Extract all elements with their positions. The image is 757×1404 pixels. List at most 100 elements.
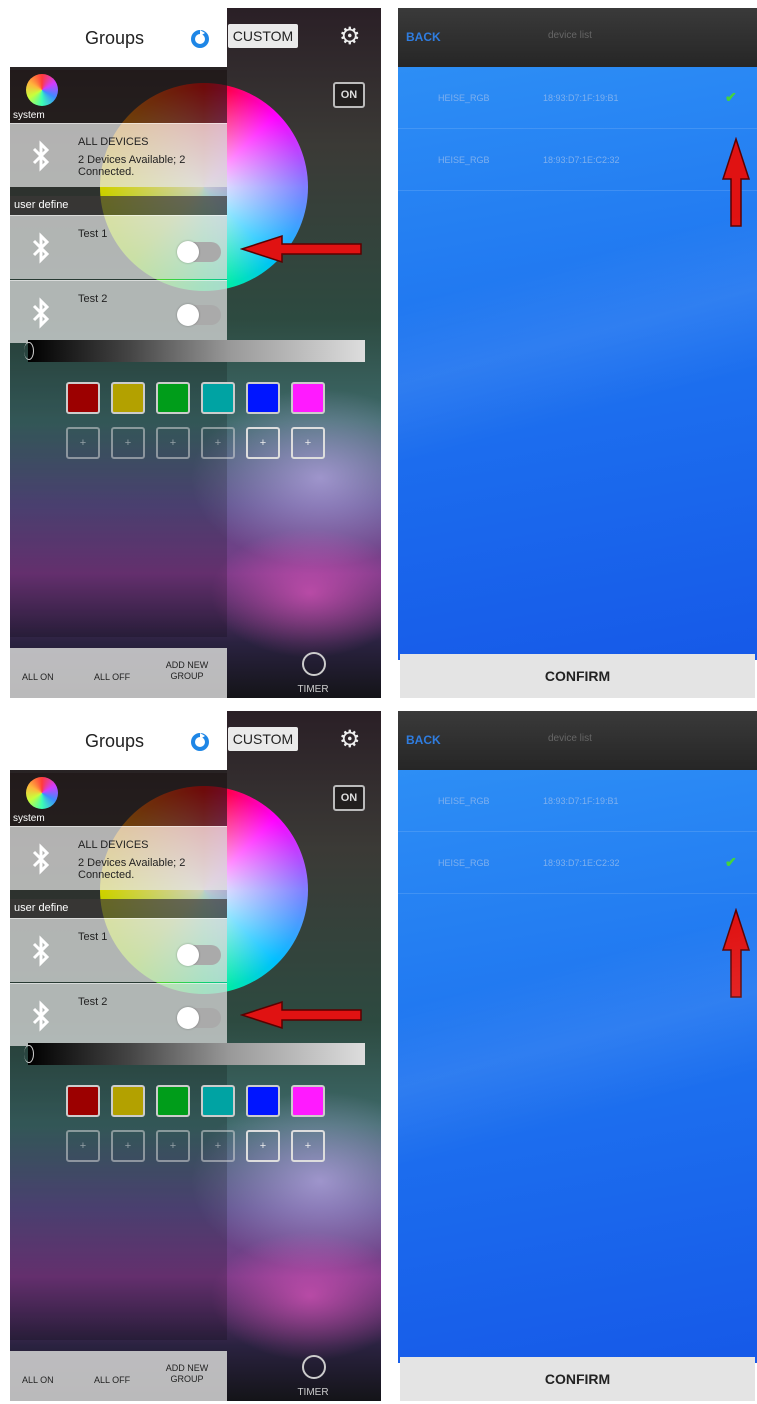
user-define-label: user define — [10, 196, 227, 215]
timer-icon[interactable] — [302, 1355, 326, 1379]
color-swatch-green[interactable] — [156, 1085, 190, 1117]
color-swatch-red[interactable] — [66, 382, 100, 414]
bluetooth-icon — [32, 297, 50, 329]
page-title: Groups — [85, 28, 145, 48]
bluetooth-icon — [32, 843, 50, 875]
add-color-slot[interactable]: + — [66, 1130, 100, 1162]
group-row-test-1[interactable]: Test 1 — [10, 215, 227, 279]
color-swatch-magenta[interactable] — [291, 1085, 325, 1117]
color-swatch-yellow[interactable] — [111, 382, 145, 414]
system-logo-icon — [26, 777, 58, 809]
gear-icon[interactable]: ⚙ — [339, 725, 361, 754]
system-label: system — [13, 813, 45, 824]
device-list: HEISE_RGB 18:93:D7:1F:19:B1 HEISE_RGB 18… — [398, 770, 757, 1363]
group-toggle[interactable] — [177, 944, 221, 966]
device-name: HEISE_RGB — [438, 858, 490, 868]
page-title: device list — [548, 733, 592, 744]
all-devices-row[interactable]: ALL DEVICES 2 Devices Available; 2 Conne… — [10, 123, 227, 187]
group-actions-bar: ALL ON ALL OFF ADD NEW GROUP — [10, 1351, 227, 1401]
add-color-slot[interactable]: + — [291, 1130, 325, 1162]
add-color-slot[interactable]: + — [201, 1130, 235, 1162]
red-arrow-up-icon — [721, 908, 751, 998]
color-swatch-red[interactable] — [66, 1085, 100, 1117]
device-name: HEISE_RGB — [438, 155, 490, 165]
group-actions-bar: ALL ON ALL OFF ADD NEW GROUP — [10, 648, 227, 698]
red-arrow-up-icon — [721, 137, 751, 227]
group-row-test-1[interactable]: Test 1 — [10, 918, 227, 982]
group-name: Test 2 — [78, 996, 108, 1008]
group-toggle[interactable] — [177, 1007, 221, 1029]
device-mac: 18:93:D7:1E:C2:32 — [543, 858, 620, 868]
refresh-icon[interactable] — [190, 29, 210, 49]
timer-icon[interactable] — [302, 652, 326, 676]
device-name: HEISE_RGB — [438, 93, 490, 103]
color-swatch-blue[interactable] — [246, 382, 280, 414]
device-mac: 18:93:D7:1E:C2:32 — [543, 155, 620, 165]
all-off-button[interactable]: ALL OFF — [94, 672, 130, 683]
confirm-button[interactable]: CONFIRM — [400, 654, 755, 698]
gear-icon[interactable]: ⚙ — [339, 22, 361, 51]
all-devices-title: ALL DEVICES — [78, 136, 149, 148]
user-define-label: user define — [10, 899, 227, 918]
group-name: Test 1 — [78, 228, 108, 240]
color-swatch-magenta[interactable] — [291, 382, 325, 414]
add-new-group-button[interactable]: ADD NEW GROUP — [162, 1363, 212, 1385]
color-swatch-cyan[interactable] — [201, 1085, 235, 1117]
device-list-header: BACK device list — [398, 8, 757, 67]
color-swatch-yellow[interactable] — [111, 1085, 145, 1117]
red-arrow-left-icon — [240, 1000, 362, 1030]
add-color-slot[interactable]: + — [201, 427, 235, 459]
group-row-test-2[interactable]: Test 2 — [10, 983, 227, 1046]
all-devices-title: ALL DEVICES — [78, 839, 149, 851]
group-row-test-2[interactable]: Test 2 — [10, 280, 227, 343]
brightness-slider[interactable] — [28, 1043, 365, 1065]
add-new-group-button[interactable]: ADD NEW GROUP — [162, 660, 212, 682]
all-on-button[interactable]: ALL ON — [22, 1375, 54, 1386]
device-row[interactable]: HEISE_RGB 18:93:D7:1E:C2:32 ✔ — [398, 832, 757, 894]
bluetooth-icon — [32, 140, 50, 172]
all-devices-row[interactable]: ALL DEVICES 2 Devices Available; 2 Conne… — [10, 826, 227, 890]
all-devices-status: 2 Devices Available; 2 Connected. — [78, 154, 186, 178]
custom-button[interactable]: CUSTOM — [228, 24, 298, 48]
brightness-slider-handle[interactable] — [24, 1045, 34, 1063]
add-color-slot[interactable]: + — [111, 427, 145, 459]
device-name: HEISE_RGB — [438, 796, 490, 806]
power-on-button[interactable]: ON — [333, 785, 365, 811]
page-title: Groups — [85, 731, 145, 751]
device-row[interactable]: HEISE_RGB 18:93:D7:1F:19:B1 — [398, 770, 757, 832]
back-button[interactable]: BACK — [406, 733, 441, 747]
color-swatch-blue[interactable] — [246, 1085, 280, 1117]
add-color-slot[interactable]: + — [66, 427, 100, 459]
custom-button[interactable]: CUSTOM — [228, 727, 298, 751]
brightness-slider[interactable] — [28, 340, 365, 362]
refresh-icon[interactable] — [190, 732, 210, 752]
group-name: Test 2 — [78, 293, 108, 305]
bluetooth-icon — [32, 1000, 50, 1032]
power-on-button[interactable]: ON — [333, 82, 365, 108]
add-color-slot[interactable]: + — [246, 427, 280, 459]
color-swatch-green[interactable] — [156, 382, 190, 414]
color-swatch-cyan[interactable] — [201, 382, 235, 414]
device-list-screen-2: BACK device list HEISE_RGB 18:93:D7:1F:1… — [398, 711, 757, 1404]
all-on-button[interactable]: ALL ON — [22, 672, 54, 683]
confirm-button[interactable]: CONFIRM — [400, 1357, 755, 1401]
device-list-header: BACK device list — [398, 711, 757, 770]
brightness-slider-handle[interactable] — [24, 342, 34, 360]
device-mac: 18:93:D7:1F:19:B1 — [543, 796, 619, 806]
add-color-slot[interactable]: + — [111, 1130, 145, 1162]
bluetooth-icon — [32, 232, 50, 264]
groups-screen-1: Groups CUSTOM ⚙ ON system ALL DEVICES 2 … — [10, 8, 381, 698]
all-off-button[interactable]: ALL OFF — [94, 1375, 130, 1386]
group-toggle[interactable] — [177, 241, 221, 263]
add-color-slot[interactable]: + — [291, 427, 325, 459]
device-list-screen-1: BACK device list HEISE_RGB 18:93:D7:1F:1… — [398, 8, 757, 701]
group-toggle[interactable] — [177, 304, 221, 326]
add-color-slot[interactable]: + — [156, 427, 190, 459]
device-row[interactable]: HEISE_RGB 18:93:D7:1F:19:B1 ✔ — [398, 67, 757, 129]
bluetooth-icon — [32, 935, 50, 967]
checkmark-icon: ✔ — [725, 854, 737, 870]
add-color-slot[interactable]: + — [246, 1130, 280, 1162]
device-row[interactable]: HEISE_RGB 18:93:D7:1E:C2:32 — [398, 129, 757, 191]
back-button[interactable]: BACK — [406, 30, 441, 44]
add-color-slot[interactable]: + — [156, 1130, 190, 1162]
